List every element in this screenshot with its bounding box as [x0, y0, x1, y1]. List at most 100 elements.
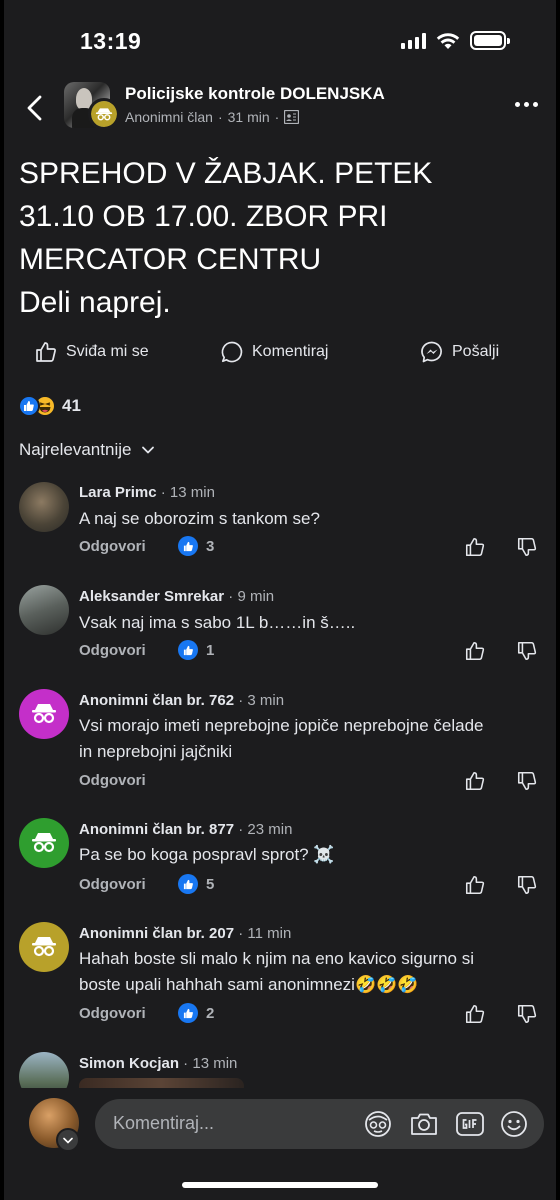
comment-header: Lara Primc · 13 min	[79, 484, 215, 501]
comment-item: Simon Kocjan · 13 min	[4, 1052, 556, 1088]
commenter-avatar[interactable]	[19, 585, 69, 635]
anonymous-avatar[interactable]	[19, 922, 69, 972]
like-label: Sviđa mi se	[66, 343, 149, 360]
avatar-sticker-icon[interactable]	[363, 1110, 393, 1138]
post-time: 31 min	[227, 109, 270, 125]
comment-author[interactable]: Aleksander Smrekar	[79, 588, 224, 605]
meta-separator-2: ·	[274, 109, 280, 125]
post-line: MERCATOR CENTRU	[19, 243, 322, 276]
upvote-icon[interactable]	[464, 1003, 486, 1025]
comment-like-count[interactable]: 1	[178, 640, 214, 660]
downvote-icon[interactable]	[516, 770, 538, 792]
comment-author[interactable]: Lara Primc	[79, 484, 157, 501]
camera-icon[interactable]	[409, 1110, 439, 1138]
comment-header: Anonimni član br. 877 · 23 min	[79, 821, 293, 838]
upvote-icon[interactable]	[464, 874, 486, 896]
emoji-icon[interactable]	[499, 1110, 529, 1138]
comment-author[interactable]: Simon Kocjan	[79, 1055, 179, 1072]
group-name[interactable]: Policijske kontrole DOLENJSKA	[125, 84, 385, 104]
post-actions: Sviđa mi se Komentiraj Pošalji	[4, 340, 556, 376]
upvote-icon[interactable]	[464, 640, 486, 662]
comment-text-line: Vsi morajo imeti neprebojne jopiče nepre…	[79, 716, 484, 735]
anonymous-member-icon	[32, 704, 56, 724]
comment-header: Simon Kocjan · 13 min	[79, 1055, 238, 1072]
messenger-icon	[421, 341, 442, 363]
status-icons	[401, 31, 510, 50]
upvote-icon[interactable]	[464, 770, 486, 792]
comment-text: Pa se bo koga pospravl sprot? ☠️	[79, 845, 335, 864]
reply-button[interactable]: Odgovori	[79, 538, 146, 555]
comment-author[interactable]: Anonimni član br. 877	[79, 821, 234, 838]
downvote-icon[interactable]	[516, 1003, 538, 1025]
comment-time: 11 min	[247, 925, 292, 942]
like-reaction-icon	[18, 395, 40, 417]
post-line: 31.10 OB 17.00. ZBOR PRI	[19, 200, 388, 233]
anonymous-avatar[interactable]	[19, 689, 69, 739]
screen: 13:19 Policijske kontrole DOLENJSKA Anon…	[4, 0, 556, 1200]
reaction-count: 41	[62, 396, 81, 415]
comment-text-line: boste upali hahhah sami anonimnezi🤣🤣🤣	[79, 975, 419, 994]
like-badge-icon	[178, 874, 198, 894]
comment-header: Aleksander Smrekar · 9 min	[79, 588, 275, 605]
comment-author[interactable]: Anonimni član br. 207	[79, 925, 234, 942]
comment-text: Vsak naj ima s sabo 1L b……in š…..	[79, 613, 356, 632]
wifi-icon	[436, 32, 460, 49]
comment-sort-dropdown[interactable]: Najrelevantnije	[19, 440, 155, 460]
post-header: Policijske kontrole DOLENJSKA Anonimni č…	[4, 80, 556, 136]
profile-switch-icon[interactable]	[56, 1128, 80, 1152]
like-badge-icon	[178, 640, 198, 660]
anonymous-avatar[interactable]	[19, 818, 69, 868]
thumbs-up-icon	[36, 342, 56, 362]
like-count: 2	[206, 1004, 215, 1022]
comment-text: Vsi morajo imeti neprebojne jopiče nepre…	[79, 713, 549, 765]
reply-button[interactable]: Odgovori	[79, 772, 146, 789]
comment-composer: Komentiraj...	[4, 1088, 556, 1160]
comment-like-count[interactable]: 2	[178, 1003, 214, 1023]
comment-image[interactable]	[79, 1078, 244, 1088]
post-body: SPREHOD V ŽABJAK. PETEK 31.10 OB 17.00. …	[19, 152, 539, 324]
downvote-icon[interactable]	[516, 640, 538, 662]
comment-time: 3 min	[247, 692, 285, 709]
reply-button[interactable]: Odgovori	[79, 876, 146, 893]
reactions-summary[interactable]: 41	[18, 395, 81, 417]
commenter-avatar[interactable]	[19, 482, 69, 532]
group-avatar[interactable]	[64, 82, 120, 130]
comment-like-count[interactable]: 5	[178, 874, 214, 894]
comment-time: 23 min	[247, 821, 293, 838]
like-badge-icon	[178, 536, 198, 556]
post-line: Deli naprej.	[19, 286, 171, 319]
post-line: SPREHOD V ŽABJAK. PETEK	[19, 157, 433, 190]
home-indicator[interactable]	[182, 1182, 378, 1188]
anonymous-member-icon	[32, 937, 56, 957]
upvote-icon[interactable]	[464, 536, 486, 558]
back-arrow-icon[interactable]	[24, 94, 46, 122]
like-count: 3	[206, 537, 215, 555]
downvote-icon[interactable]	[516, 874, 538, 896]
comment-button[interactable]: Komentiraj	[220, 340, 328, 364]
status-time: 13:19	[80, 28, 142, 54]
battery-icon	[470, 31, 510, 50]
more-options-icon[interactable]	[515, 102, 538, 107]
comment-text-line: Hahah boste sli malo k njim na eno kavic…	[79, 949, 474, 968]
comment-header: Anonimni član br. 762 · 3 min	[79, 692, 285, 709]
comment-time: 13 min	[169, 484, 215, 501]
gif-icon[interactable]	[455, 1110, 485, 1138]
like-badge-icon	[178, 1003, 198, 1023]
commenter-avatar[interactable]	[19, 1052, 69, 1088]
comment-time: 13 min	[192, 1055, 238, 1072]
comment-author[interactable]: Anonimni član br. 762	[79, 692, 234, 709]
send-button[interactable]: Pošalji	[420, 340, 499, 364]
signal-icon	[401, 32, 426, 49]
like-button[interactable]: Sviđa mi se	[34, 340, 149, 364]
downvote-icon[interactable]	[516, 536, 538, 558]
reply-button[interactable]: Odgovori	[79, 1005, 146, 1022]
comment-bubble-icon	[221, 341, 243, 363]
comment-text-line: in neprebojni jajčniki	[79, 742, 233, 761]
group-privacy-icon	[284, 110, 300, 124]
comment-input[interactable]: Komentiraj...	[95, 1099, 544, 1149]
comment-like-count[interactable]: 3	[178, 536, 214, 556]
chevron-down-icon	[142, 446, 155, 454]
reply-button[interactable]: Odgovori	[79, 642, 146, 659]
anonymous-member-icon	[88, 98, 120, 130]
sort-label: Najrelevantnije	[19, 440, 132, 459]
